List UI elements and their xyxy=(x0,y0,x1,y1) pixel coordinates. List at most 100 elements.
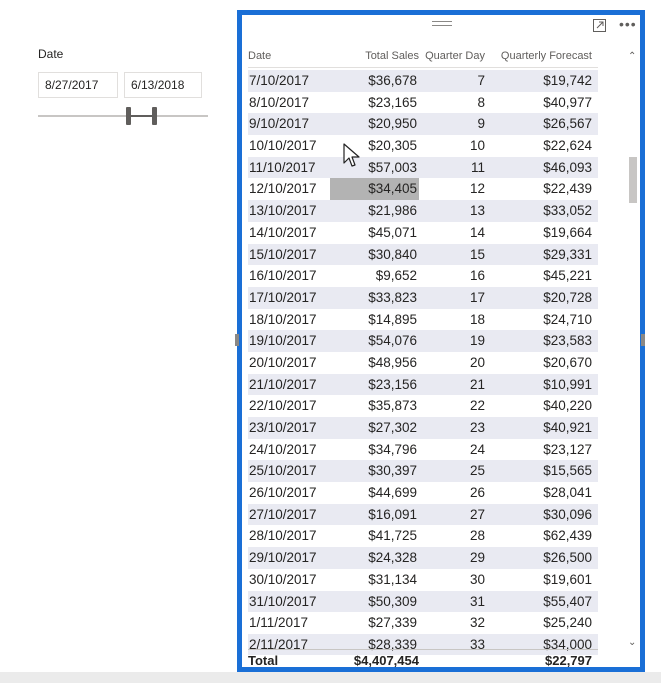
quarterly-forecast-cell[interactable]: $40,977 xyxy=(485,92,592,114)
total-sales-cell[interactable]: $45,071 xyxy=(330,222,419,244)
quarterly-forecast-cell[interactable]: $29,331 xyxy=(485,244,592,266)
resize-handle-right[interactable] xyxy=(641,334,645,346)
quarterly-forecast-cell[interactable]: $10,991 xyxy=(485,374,592,396)
date-cell[interactable]: 12/10/2017 xyxy=(248,178,330,200)
date-cell[interactable]: 31/10/2017 xyxy=(248,591,330,613)
quarter-day-cell[interactable]: 23 xyxy=(419,417,485,439)
date-cell[interactable]: 29/10/2017 xyxy=(248,547,330,569)
chevron-down-icon[interactable]: ⌄ xyxy=(628,637,636,648)
total-sales-cell[interactable]: $50,309 xyxy=(330,591,419,613)
total-sales-cell[interactable]: $33,823 xyxy=(330,287,419,309)
total-sales-cell[interactable]: $41,725 xyxy=(330,525,419,547)
total-sales-cell[interactable]: $34,796 xyxy=(330,439,419,461)
table-row[interactable]: 29/10/2017 $24,328 29 $26,500 xyxy=(248,547,598,569)
scroll-thumb[interactable] xyxy=(629,157,637,203)
date-cell[interactable]: 17/10/2017 xyxy=(248,287,330,309)
quarterly-forecast-cell[interactable]: $15,565 xyxy=(485,460,592,482)
table-row[interactable]: 31/10/2017 $50,309 31 $55,407 xyxy=(248,590,598,613)
quarterly-forecast-cell[interactable]: $30,096 xyxy=(485,504,592,526)
table-row[interactable]: 8/10/2017 $23,165 8 $40,977 xyxy=(248,92,598,114)
end-date-input[interactable]: 6/13/2018 xyxy=(124,72,202,98)
table-row[interactable]: 26/10/2017 $44,699 26 $28,041 xyxy=(248,482,598,504)
table-row[interactable]: 22/10/2017 $35,873 22 $40,220 xyxy=(248,395,598,417)
total-sales-cell[interactable]: $23,165 xyxy=(330,92,419,114)
total-sales-cell[interactable]: $48,956 xyxy=(330,352,419,374)
table-row[interactable]: 1/11/2017 $27,339 32 $25,240 xyxy=(248,612,598,634)
quarter-day-cell[interactable]: 27 xyxy=(419,504,485,526)
quarter-day-cell[interactable]: 21 xyxy=(419,374,485,396)
table-row[interactable]: 21/10/2017 $23,156 21 $10,991 xyxy=(248,373,598,396)
total-sales-cell[interactable]: $23,156 xyxy=(330,374,419,396)
table-row[interactable]: 17/10/2017 $33,823 17 $20,728 xyxy=(248,286,598,309)
quarterly-forecast-cell[interactable]: $23,583 xyxy=(485,330,592,352)
quarterly-forecast-cell[interactable]: $19,664 xyxy=(485,222,592,244)
total-sales-cell[interactable]: $27,302 xyxy=(330,417,419,439)
date-cell[interactable]: 13/10/2017 xyxy=(248,200,330,222)
date-cell[interactable]: 26/10/2017 xyxy=(248,482,330,504)
quarterly-forecast-cell[interactable]: $26,500 xyxy=(485,547,592,569)
vertical-scrollbar[interactable]: ⌃ ⌄ xyxy=(627,51,639,651)
quarterly-forecast-cell[interactable]: $46,093 xyxy=(485,157,592,179)
quarterly-forecast-cell[interactable]: $19,742 xyxy=(485,70,592,92)
quarter-day-cell[interactable]: 11 xyxy=(419,157,485,179)
table-row[interactable]: 15/10/2017 $30,840 15 $29,331 xyxy=(248,243,598,266)
total-sales-cell[interactable]: $16,091 xyxy=(330,504,419,526)
table-row[interactable]: 24/10/2017 $34,796 24 $23,127 xyxy=(248,439,598,461)
date-cell[interactable]: 11/10/2017 xyxy=(248,157,330,179)
table-row[interactable]: 16/10/2017 $9,652 16 $45,221 xyxy=(248,265,598,287)
date-cell[interactable]: 9/10/2017 xyxy=(248,113,330,135)
table-visual[interactable]: ••• Date Total Sales Quarter Day Quarter… xyxy=(237,10,645,672)
quarterly-forecast-cell[interactable]: $22,624 xyxy=(485,135,592,157)
total-sales-cell[interactable]: $27,339 xyxy=(330,612,419,634)
total-sales-cell[interactable]: $30,397 xyxy=(330,460,419,482)
table-row[interactable]: 10/10/2017 $20,305 10 $22,624 xyxy=(248,135,598,157)
table-row[interactable]: 18/10/2017 $14,895 18 $24,710 xyxy=(248,309,598,331)
table-row[interactable]: 23/10/2017 $27,302 23 $40,921 xyxy=(248,417,598,439)
quarter-day-cell[interactable]: 18 xyxy=(419,309,485,331)
quarter-day-cell[interactable]: 29 xyxy=(419,547,485,569)
date-cell[interactable]: 10/10/2017 xyxy=(248,135,330,157)
table-row[interactable]: 20/10/2017 $48,956 20 $20,670 xyxy=(248,352,598,374)
total-sales-cell[interactable]: $14,895 xyxy=(330,309,419,331)
date-cell[interactable]: 28/10/2017 xyxy=(248,525,330,547)
date-cell[interactable]: 30/10/2017 xyxy=(248,569,330,591)
table-row[interactable]: 11/10/2017 $57,003 11 $46,093 xyxy=(248,156,598,179)
quarterly-forecast-cell[interactable]: $40,220 xyxy=(485,395,592,417)
quarter-day-cell[interactable]: 8 xyxy=(419,92,485,114)
drag-grip-icon[interactable] xyxy=(432,21,452,27)
table-row[interactable]: 19/10/2017 $54,076 19 $23,583 xyxy=(248,330,598,352)
date-cell[interactable]: 7/10/2017 xyxy=(248,70,330,92)
total-sales-cell[interactable]: $24,328 xyxy=(330,547,419,569)
column-header-quarter-day[interactable]: Quarter Day xyxy=(419,45,485,67)
table-row[interactable]: 27/10/2017 $16,091 27 $30,096 xyxy=(248,503,598,526)
focus-mode-icon[interactable] xyxy=(593,19,606,32)
quarterly-forecast-cell[interactable]: $24,710 xyxy=(485,309,592,331)
table-row[interactable]: 13/10/2017 $21,986 13 $33,052 xyxy=(248,200,598,222)
date-cell[interactable]: 8/10/2017 xyxy=(248,92,330,114)
quarter-day-cell[interactable]: 30 xyxy=(419,569,485,591)
quarter-day-cell[interactable]: 14 xyxy=(419,222,485,244)
quarterly-forecast-cell[interactable]: $25,240 xyxy=(485,612,592,634)
quarterly-forecast-cell[interactable]: $33,052 xyxy=(485,200,592,222)
date-cell[interactable]: 20/10/2017 xyxy=(248,352,330,374)
date-cell[interactable]: 18/10/2017 xyxy=(248,309,330,331)
quarterly-forecast-cell[interactable]: $20,670 xyxy=(485,352,592,374)
total-sales-cell[interactable]: $21,986 xyxy=(330,200,419,222)
table-row[interactable]: 9/10/2017 $20,950 9 $26,567 xyxy=(248,113,598,136)
quarterly-forecast-cell[interactable]: $40,921 xyxy=(485,417,592,439)
quarter-day-cell[interactable]: 19 xyxy=(419,330,485,352)
total-sales-cell[interactable]: $20,950 xyxy=(330,113,419,135)
total-sales-cell[interactable]: $54,076 xyxy=(330,330,419,352)
total-sales-cell[interactable]: $31,134 xyxy=(330,569,419,591)
quarter-day-cell[interactable]: 31 xyxy=(419,591,485,613)
quarter-day-cell[interactable]: 24 xyxy=(419,439,485,461)
column-header-date[interactable]: Date xyxy=(248,45,330,67)
quarterly-forecast-cell[interactable]: $23,127 xyxy=(485,439,592,461)
total-sales-cell[interactable]: $35,873 xyxy=(330,395,419,417)
quarterly-forecast-cell[interactable]: $55,407 xyxy=(485,591,592,613)
more-options-icon[interactable]: ••• xyxy=(619,17,637,31)
total-sales-cell[interactable]: $30,840 xyxy=(330,244,419,266)
total-sales-cell[interactable]: $9,652 xyxy=(330,265,419,287)
date-cell[interactable]: 22/10/2017 xyxy=(248,395,330,417)
quarter-day-cell[interactable]: 9 xyxy=(419,113,485,135)
